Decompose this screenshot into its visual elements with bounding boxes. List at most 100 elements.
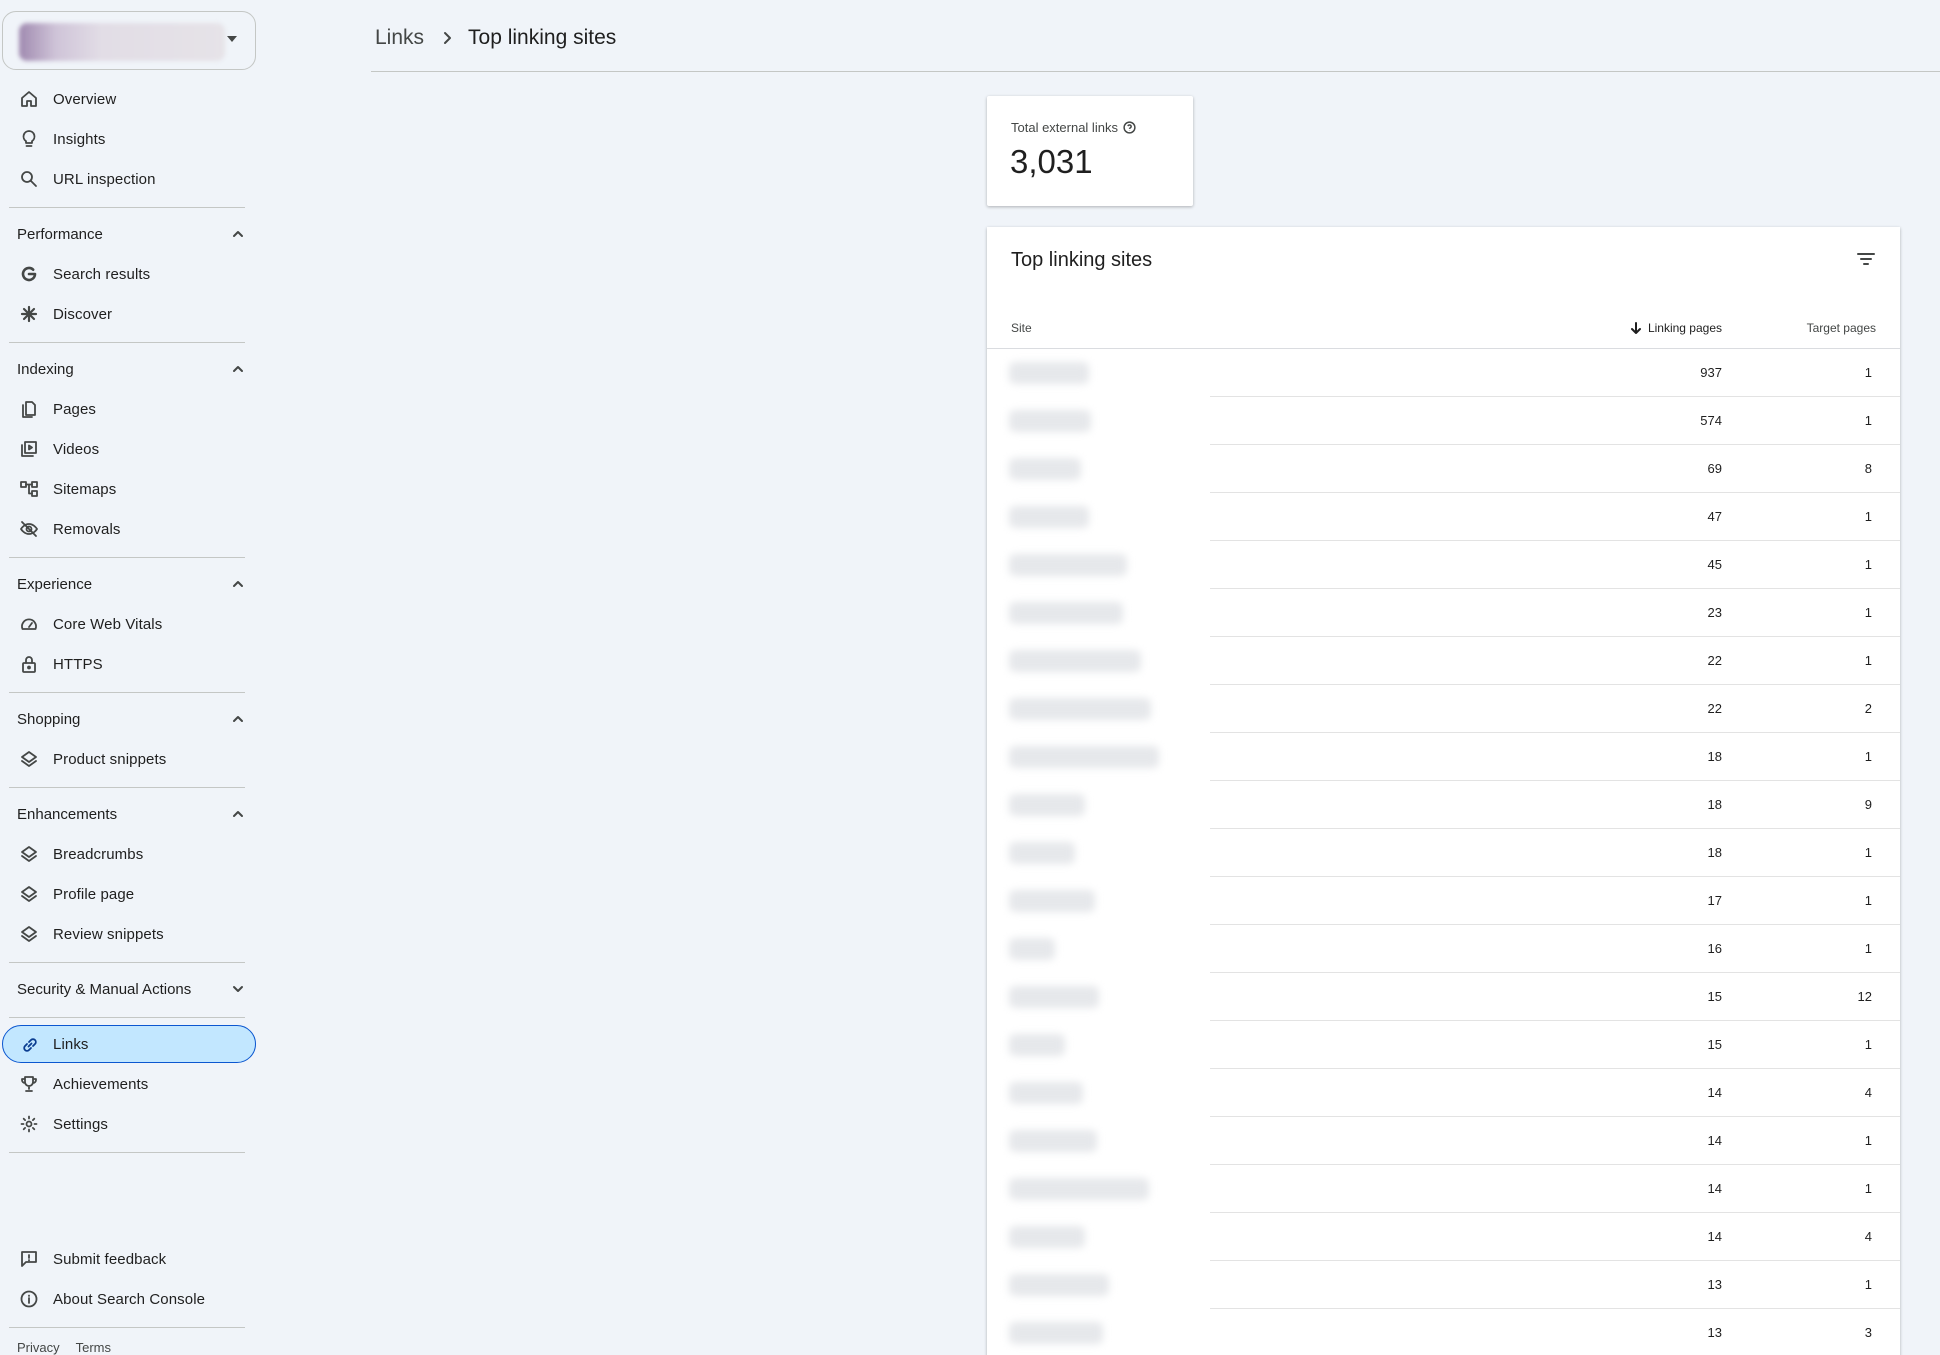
google-g-icon: [19, 264, 39, 284]
privacy-link[interactable]: Privacy: [17, 1340, 60, 1355]
nav-label: Core Web Vitals: [53, 615, 163, 633]
table-row[interactable]: 45 1: [987, 541, 1900, 589]
table-row[interactable]: 47 1: [987, 493, 1900, 541]
column-header-linking-pages[interactable]: Linking pages: [1630, 321, 1722, 335]
nav-label: Insights: [53, 130, 106, 148]
target-pages-cell: 1: [1864, 941, 1872, 956]
target-pages-cell: 1: [1864, 749, 1872, 764]
help-icon[interactable]: [1123, 121, 1136, 134]
terms-link[interactable]: Terms: [76, 1340, 111, 1355]
property-selector[interactable]: [2, 11, 256, 70]
nav-url-inspection[interactable]: URL inspection: [0, 160, 258, 198]
chevron-up-icon: [230, 361, 246, 377]
table-row[interactable]: 22 1: [987, 637, 1900, 685]
nav-https[interactable]: HTTPS: [0, 645, 258, 683]
chevron-up-icon: [230, 806, 246, 822]
site-name-redacted[interactable]: [1009, 602, 1123, 624]
site-name-redacted[interactable]: [1009, 458, 1081, 480]
column-header-target-pages[interactable]: Target pages: [1807, 321, 1876, 335]
filter-icon[interactable]: [1854, 247, 1878, 271]
section-title: Performance: [17, 225, 103, 243]
nav-sitemaps[interactable]: Sitemaps: [0, 470, 258, 508]
table-row[interactable]: 574 1: [987, 397, 1900, 445]
nav-removals[interactable]: Removals: [0, 510, 258, 548]
section-enhancements[interactable]: Enhancements: [0, 796, 258, 832]
site-name-redacted[interactable]: [1009, 938, 1055, 960]
summary-label: Total external links: [1011, 120, 1118, 135]
site-name-redacted[interactable]: [1009, 794, 1085, 816]
site-name-redacted[interactable]: [1009, 842, 1075, 864]
nav-label: Overview: [53, 90, 117, 108]
site-name-redacted[interactable]: [1009, 362, 1089, 384]
target-pages-cell: 1: [1864, 1037, 1872, 1052]
site-name-redacted[interactable]: [1009, 1034, 1065, 1056]
section-shopping[interactable]: Shopping: [0, 701, 258, 737]
table-row[interactable]: 937 1: [987, 349, 1900, 397]
nav-core-web-vitals[interactable]: Core Web Vitals: [0, 605, 258, 643]
site-name-redacted[interactable]: [1009, 986, 1099, 1008]
site-name-redacted[interactable]: [1009, 890, 1095, 912]
site-name-redacted[interactable]: [1009, 1130, 1097, 1152]
table-row[interactable]: 13 3: [987, 1309, 1900, 1355]
nav-about-search-console[interactable]: About Search Console: [0, 1280, 258, 1318]
nav-links[interactable]: Links: [2, 1025, 256, 1063]
target-pages-cell: 1: [1864, 1181, 1872, 1196]
nav-achievements[interactable]: Achievements: [0, 1065, 258, 1103]
nav-videos[interactable]: Videos: [0, 430, 258, 468]
linking-pages-cell: 937: [1700, 365, 1722, 380]
nav-search-results[interactable]: Search results: [0, 255, 258, 293]
linking-pages-cell: 14: [1707, 1133, 1722, 1148]
breadcrumb-links[interactable]: Links: [375, 26, 424, 50]
table-row[interactable]: 18 9: [987, 781, 1900, 829]
site-name-redacted[interactable]: [1009, 698, 1151, 720]
site-name-redacted[interactable]: [1009, 554, 1127, 576]
nav-insights[interactable]: Insights: [0, 120, 258, 158]
table-row[interactable]: 23 1: [987, 589, 1900, 637]
site-name-redacted[interactable]: [1009, 650, 1141, 672]
target-pages-cell: 3: [1864, 1325, 1872, 1340]
table-row[interactable]: 16 1: [987, 925, 1900, 973]
site-name-redacted[interactable]: [1009, 1082, 1083, 1104]
table-row[interactable]: 14 1: [987, 1165, 1900, 1213]
table-row[interactable]: 17 1: [987, 877, 1900, 925]
column-header-site[interactable]: Site: [1011, 321, 1032, 335]
nav-overview[interactable]: Overview: [0, 80, 258, 118]
site-name-redacted[interactable]: [1009, 506, 1089, 528]
site-name-redacted[interactable]: [1009, 1178, 1149, 1200]
table-row[interactable]: 15 1: [987, 1021, 1900, 1069]
nav-breadcrumbs[interactable]: Breadcrumbs: [0, 835, 258, 873]
target-pages-cell: 4: [1864, 1085, 1872, 1100]
nav-discover[interactable]: Discover: [0, 295, 258, 333]
site-name-redacted[interactable]: [1009, 746, 1159, 768]
table-row[interactable]: 18 1: [987, 733, 1900, 781]
section-indexing[interactable]: Indexing: [0, 351, 258, 387]
site-name-redacted[interactable]: [1009, 1226, 1085, 1248]
site-name-redacted[interactable]: [1009, 1322, 1103, 1344]
linking-pages-cell: 22: [1707, 701, 1722, 716]
section-performance[interactable]: Performance: [0, 216, 258, 252]
nav-submit-feedback[interactable]: Submit feedback: [0, 1240, 258, 1278]
table-row[interactable]: 13 1: [987, 1261, 1900, 1309]
site-name-redacted[interactable]: [1009, 410, 1091, 432]
nav-product-snippets[interactable]: Product snippets: [0, 740, 258, 778]
target-pages-cell: 4: [1864, 1229, 1872, 1244]
table-row[interactable]: 14 4: [987, 1069, 1900, 1117]
site-name-redacted[interactable]: [1009, 1274, 1109, 1296]
nav-review-snippets[interactable]: Review snippets: [0, 915, 258, 953]
table-row[interactable]: 14 1: [987, 1117, 1900, 1165]
table-row[interactable]: 18 1: [987, 829, 1900, 877]
linking-pages-cell: 14: [1707, 1085, 1722, 1100]
nav-settings[interactable]: Settings: [0, 1105, 258, 1143]
section-security-manual-actions[interactable]: Security & Manual Actions: [0, 971, 258, 1007]
nav-pages[interactable]: Pages: [0, 390, 258, 428]
breadcrumb: Links Top linking sites: [375, 26, 616, 50]
linking-pages-cell: 18: [1707, 749, 1722, 764]
table-row[interactable]: 15 12: [987, 973, 1900, 1021]
table-row[interactable]: 14 4: [987, 1213, 1900, 1261]
table-row[interactable]: 69 8: [987, 445, 1900, 493]
divider: [9, 342, 245, 343]
table-row[interactable]: 22 2: [987, 685, 1900, 733]
nav-label: Submit feedback: [53, 1250, 167, 1268]
section-experience[interactable]: Experience: [0, 566, 258, 602]
nav-profile-page[interactable]: Profile page: [0, 875, 258, 913]
